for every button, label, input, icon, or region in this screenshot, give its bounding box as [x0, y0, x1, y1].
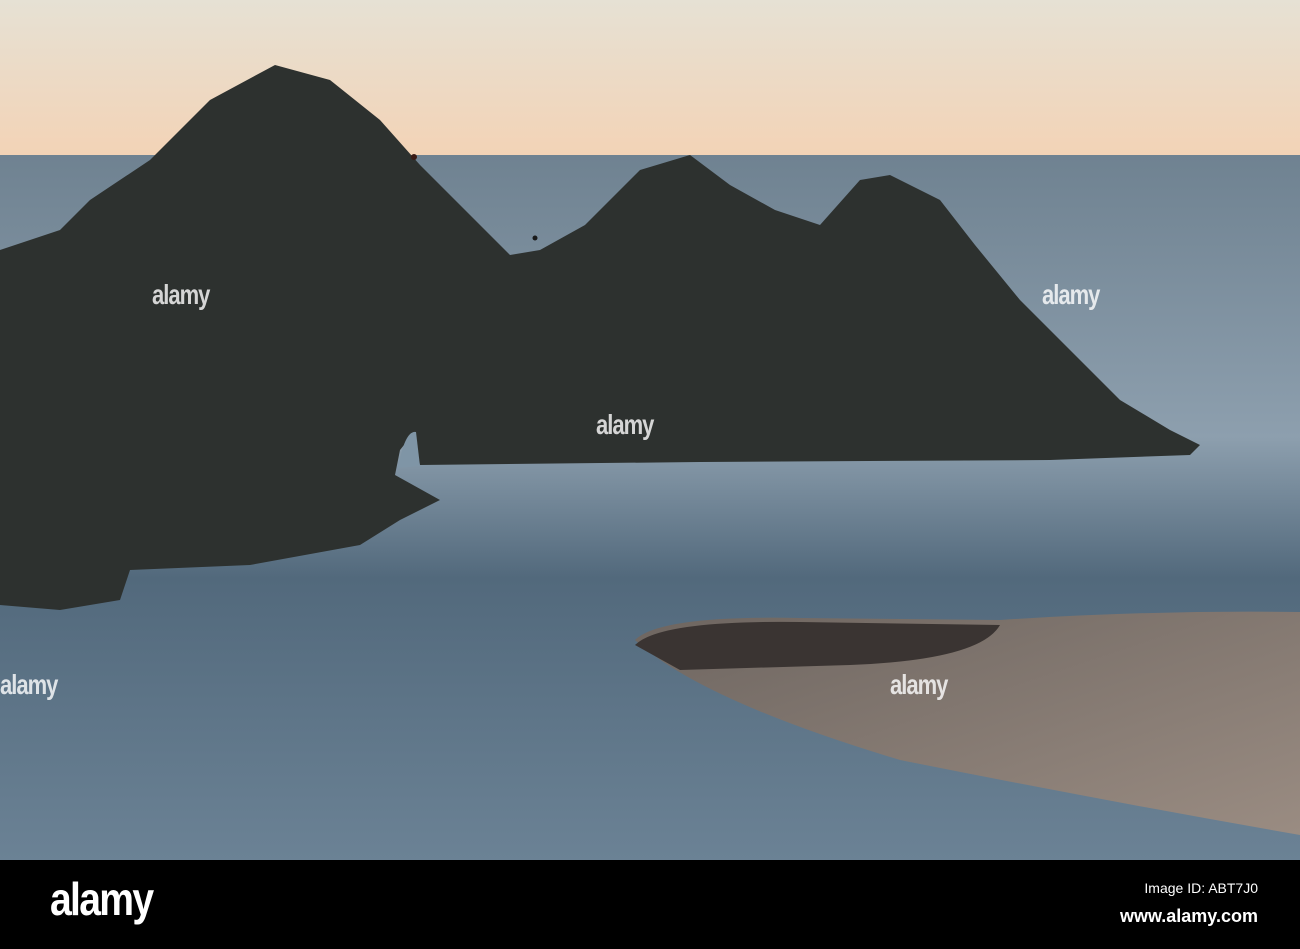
watermark: alamy: [0, 668, 58, 700]
image-id: Image ID: ABT7J0: [1144, 880, 1258, 896]
watermark: alamy: [1042, 278, 1100, 310]
watermark: alamy: [152, 278, 210, 310]
watermark: alamy: [596, 408, 654, 440]
climber-figure: [532, 235, 538, 241]
alamy-logo: alamy: [50, 873, 154, 925]
site-url: www.alamy.com: [1119, 906, 1258, 926]
stock-photo: alamy alamy alamy alamy alamy alamy Imag…: [0, 0, 1300, 949]
climber-figure: [411, 154, 417, 160]
footer-bar: alamy Image ID: ABT7J0 www.alamy.com: [0, 860, 1300, 949]
watermark: alamy: [890, 668, 948, 700]
